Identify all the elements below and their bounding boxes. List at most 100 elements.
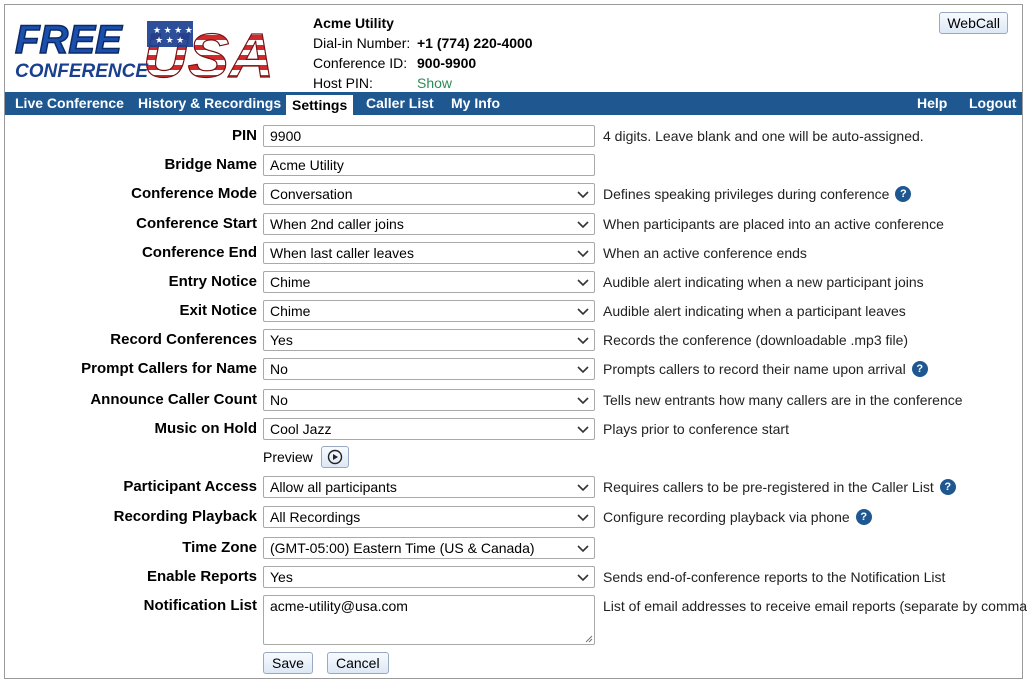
- record-conferences-value: Yes: [270, 332, 293, 348]
- notification-list-label: Notification List: [143, 597, 257, 614]
- enable-reports-select[interactable]: Yes: [263, 566, 595, 588]
- chevron-down-icon: [577, 545, 589, 553]
- question-icon[interactable]: ?: [855, 509, 872, 526]
- free-conference-usa-logo: FREE USA ★ ★ ★ ★ ★ ★ ★ CONFERENCE: [14, 17, 274, 81]
- conference-end-help: When an active conference ends: [603, 245, 807, 261]
- help-link[interactable]: Help: [917, 92, 947, 114]
- time-zone-select[interactable]: (GMT-05:00) Eastern Time (US & Canada): [263, 537, 595, 559]
- conference-start-label: Conference Start: [136, 215, 257, 232]
- prompt-callers-help: Prompts callers to record their name upo…: [603, 358, 928, 380]
- announce-count-help: Tells new entrants how many callers are …: [603, 392, 963, 408]
- dialin-number: +1 (774) 220-4000: [417, 35, 533, 51]
- svg-text:★ ★ ★ ★: ★ ★ ★ ★: [153, 25, 193, 35]
- entry-notice-select[interactable]: Chime: [263, 271, 595, 293]
- conference-mode-help-text: Defines speaking privileges during confe…: [603, 186, 890, 202]
- prompt-callers-help-text: Prompts callers to record their name upo…: [603, 361, 906, 377]
- music-on-hold-select[interactable]: Cool Jazz: [263, 418, 595, 440]
- conference-start-help: When participants are placed into an act…: [603, 216, 944, 232]
- pin-label: PIN: [231, 127, 257, 144]
- conference-id: 900-9900: [417, 55, 477, 71]
- announce-count-value: No: [270, 392, 288, 408]
- bridge-name-input[interactable]: [263, 154, 595, 176]
- chevron-down-icon: [577, 514, 589, 522]
- tab-settings[interactable]: Settings: [285, 94, 355, 115]
- logo-free-text: FREE: [15, 18, 123, 62]
- enable-reports-help: Sends end-of-conference reports to the N…: [603, 569, 946, 585]
- conference-start-value: When 2nd caller joins: [270, 216, 404, 232]
- conference-end-label: Conference End: [141, 244, 257, 261]
- participant-access-help: Requires callers to be pre-registered in…: [603, 476, 956, 498]
- conference-mode-value: Conversation: [270, 186, 353, 202]
- tab-caller-list[interactable]: Caller List: [366, 92, 434, 114]
- bridge-name-label: Bridge Name: [164, 156, 257, 173]
- notification-list-value: acme-utility@usa.com: [270, 598, 408, 614]
- chevron-down-icon: [577, 397, 589, 405]
- music-on-hold-value: Cool Jazz: [270, 421, 332, 437]
- record-conferences-label: Record Conferences: [110, 331, 257, 348]
- enable-reports-label: Enable Reports: [146, 568, 257, 585]
- exit-notice-value: Chime: [270, 303, 311, 319]
- svg-text:★ ★ ★: ★ ★ ★: [155, 35, 184, 45]
- prompt-callers-select[interactable]: No: [263, 358, 595, 380]
- conference-mode-label: Conference Mode: [131, 185, 257, 202]
- announce-count-select[interactable]: No: [263, 389, 595, 411]
- app-window: FREE USA ★ ★ ★ ★ ★ ★ ★ CONFERENCE Acme U…: [4, 4, 1027, 679]
- participant-access-help-text: Requires callers to be pre-registered in…: [603, 479, 934, 495]
- participant-access-value: Allow all participants: [270, 479, 397, 495]
- entry-notice-value: Chime: [270, 274, 311, 290]
- exit-notice-help: Audible alert indicating when a particip…: [603, 303, 906, 319]
- chevron-down-icon: [577, 279, 589, 287]
- exit-notice-label: Exit Notice: [179, 302, 257, 319]
- question-icon[interactable]: ?: [911, 361, 928, 378]
- account-name: Acme Utility: [313, 15, 394, 31]
- dialin-label: Dial-in Number:: [313, 35, 411, 51]
- prompt-callers-label: Prompt Callers for Name: [81, 360, 257, 377]
- question-icon[interactable]: ?: [939, 479, 956, 496]
- record-conferences-select[interactable]: Yes: [263, 329, 595, 351]
- play-icon: [327, 449, 343, 465]
- tab-my-info[interactable]: My Info: [451, 92, 500, 114]
- notification-list-help: List of email addresses to receive email…: [603, 598, 1027, 614]
- recording-playback-value: All Recordings: [270, 509, 361, 525]
- conference-start-select[interactable]: When 2nd caller joins: [263, 213, 595, 235]
- host-pin-show-link[interactable]: Show: [417, 73, 452, 93]
- time-zone-label: Time Zone: [182, 539, 257, 556]
- cancel-button[interactable]: Cancel: [327, 652, 389, 674]
- host-pin-label: Host PIN:: [313, 75, 373, 91]
- entry-notice-help: Audible alert indicating when a new part…: [603, 274, 924, 290]
- participant-access-select[interactable]: Allow all participants: [263, 476, 595, 498]
- participant-access-label: Participant Access: [123, 478, 257, 495]
- save-button[interactable]: Save: [263, 652, 313, 674]
- chevron-down-icon: [577, 366, 589, 374]
- music-on-hold-help: Plays prior to conference start: [603, 421, 789, 437]
- notification-list-textarea[interactable]: acme-utility@usa.com: [263, 595, 595, 645]
- question-icon[interactable]: ?: [895, 186, 912, 203]
- recording-playback-label: Recording Playback: [113, 508, 257, 525]
- resize-grip-icon[interactable]: [585, 635, 593, 643]
- preview-play-button[interactable]: [321, 446, 349, 468]
- time-zone-value: (GMT-05:00) Eastern Time (US & Canada): [270, 540, 535, 556]
- chevron-down-icon: [577, 308, 589, 316]
- logout-link[interactable]: Logout: [969, 92, 1016, 114]
- pin-input[interactable]: [263, 125, 595, 147]
- pin-help: 4 digits. Leave blank and one will be au…: [603, 128, 924, 144]
- recording-playback-select[interactable]: All Recordings: [263, 506, 595, 528]
- logo-conference-text: CONFERENCE: [15, 61, 149, 81]
- tab-history-recordings[interactable]: History & Recordings: [138, 92, 281, 114]
- conference-end-value: When last caller leaves: [270, 245, 414, 261]
- webcall-button[interactable]: WebCall: [939, 12, 1008, 34]
- conference-mode-help: Defines speaking privileges during confe…: [603, 183, 912, 205]
- main-nav: Live Conference History & Recordings Set…: [5, 92, 1022, 115]
- account-info: Acme Utility Dial-in Number: +1 (774) 220…: [313, 13, 533, 93]
- conference-end-select[interactable]: When last caller leaves: [263, 242, 595, 264]
- conference-id-label: Conference ID:: [313, 55, 408, 71]
- announce-count-label: Announce Caller Count: [90, 391, 257, 408]
- exit-notice-select[interactable]: Chime: [263, 300, 595, 322]
- recording-playback-help-text: Configure recording playback via phone: [603, 509, 850, 525]
- tab-live-conference[interactable]: Live Conference: [15, 92, 124, 114]
- chevron-down-icon: [577, 426, 589, 434]
- conference-mode-select[interactable]: Conversation: [263, 183, 595, 205]
- recording-playback-help: Configure recording playback via phone?: [603, 506, 872, 528]
- preview-label: Preview: [263, 449, 313, 465]
- chevron-down-icon: [577, 250, 589, 258]
